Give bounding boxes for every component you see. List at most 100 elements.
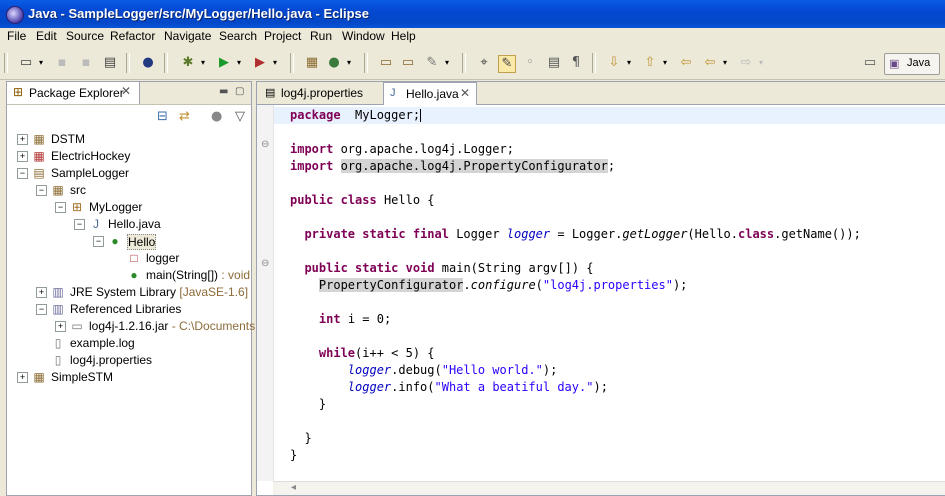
project-icon: ▦ (33, 370, 45, 384)
new-class-icon[interactable]: ● (326, 55, 342, 71)
library-icon: ▥ (52, 285, 64, 299)
open-type-icon[interactable]: ● (140, 55, 156, 71)
tree-item-label: log4j.properties (70, 353, 152, 367)
tree-item-label: src (70, 183, 86, 197)
forward-icon[interactable]: ⇨ (738, 55, 754, 71)
save-icon[interactable]: ▪ (54, 55, 70, 71)
back-icon[interactable]: ⇦ (702, 55, 718, 71)
fold-icon[interactable]: ⊖ (261, 258, 269, 269)
expand-icon[interactable]: + (17, 151, 28, 162)
code-token: PropertyConfigurator (318, 278, 464, 292)
close-icon[interactable]: ✕ (121, 84, 131, 98)
maximize-icon[interactable]: ▢ (235, 86, 244, 97)
forward-dropdown-icon[interactable]: ▾ (758, 55, 764, 71)
collapse-all-icon[interactable]: ⊟ (157, 109, 168, 124)
debug-icon[interactable]: ✱ (180, 55, 196, 71)
collapse-icon[interactable]: − (36, 304, 47, 315)
code-token: import (290, 142, 334, 156)
menu-edit[interactable]: Edit (36, 29, 57, 43)
java-perspective-icon: ▣ (889, 57, 900, 70)
tree-item-label: main(String[]) : void (146, 268, 250, 282)
collapse-icon[interactable]: − (36, 185, 47, 196)
external-tools-icon[interactable]: ▶ (252, 55, 268, 71)
tree-item-text: MyLogger (89, 200, 143, 214)
previous-annotation-icon[interactable]: ⇧ (642, 55, 658, 71)
tree-item-label: Hello (127, 234, 157, 250)
collapse-icon[interactable]: − (17, 168, 28, 179)
code-line: PropertyConfigurator.configure("log4j.pr… (290, 277, 687, 294)
menu-file[interactable]: File (7, 29, 26, 43)
tree-item-label: SimpleSTM (51, 370, 113, 384)
open-folder-icon[interactable]: ▭ (400, 55, 416, 71)
menu-run[interactable]: Run (310, 29, 332, 43)
view-menu-icon[interactable]: ▽ (235, 109, 245, 124)
tree-item-text: Referenced Libraries (70, 302, 182, 316)
menu-search[interactable]: Search (219, 29, 257, 43)
show-whitespace-icon[interactable]: ▤ (546, 55, 562, 71)
run-dropdown-icon[interactable]: ▾ (236, 55, 242, 71)
print-icon[interactable]: ▤ (102, 55, 118, 71)
menu-refactor[interactable]: Refactor (110, 29, 155, 43)
collapse-icon[interactable]: − (93, 236, 104, 247)
package-explorer-tab[interactable]: ⊞ Package Explorer ✕ (7, 82, 140, 104)
new-dropdown-icon[interactable]: ▾ (38, 55, 44, 71)
tree-item-label: MyLogger (89, 200, 142, 214)
last-edit-location-icon[interactable]: ⇦ (678, 55, 694, 71)
focus-on-task-icon[interactable]: ● (211, 109, 222, 124)
code-token: org.apache.log4j.PropertyConfigurator (340, 159, 608, 173)
vertical-ruler: ⊖ ⊖ (257, 105, 274, 481)
code-token: static (355, 261, 399, 275)
search-dropdown-icon[interactable]: ▾ (444, 55, 450, 71)
expand-icon[interactable]: + (36, 287, 47, 298)
fold-icon[interactable]: ⊖ (261, 139, 269, 150)
show-pilcrow-icon[interactable]: ¶ (568, 55, 584, 71)
code-token: package (290, 108, 341, 122)
menu-help[interactable]: Help (391, 29, 416, 43)
code-token: configure (470, 278, 536, 292)
tab-log4j-properties[interactable]: ▤ log4j.properties (259, 82, 379, 104)
expand-icon[interactable]: + (17, 372, 28, 383)
package-explorer-title: Package Explorer (29, 86, 124, 100)
new-icon[interactable]: ▭ (18, 55, 34, 71)
search-icon[interactable]: ✎ (424, 55, 440, 71)
tab-hello-java[interactable]: J Hello.java ✕ (383, 82, 477, 105)
open-perspective-icon[interactable]: ▭ (862, 55, 878, 71)
next-annotation-dropdown-icon[interactable]: ▾ (626, 55, 632, 71)
perspective-java[interactable]: ▣ Java (884, 53, 940, 75)
previous-annotation-dropdown-icon[interactable]: ▾ (662, 55, 668, 71)
close-tab-icon[interactable]: ✕ (460, 86, 470, 100)
expand-icon[interactable]: + (17, 134, 28, 145)
link-with-editor-icon[interactable]: ⇄ (179, 109, 190, 124)
menu-navigate[interactable]: Navigate (164, 29, 211, 43)
code-token: Logger (448, 227, 507, 241)
scroll-left-icon[interactable]: ◂ (291, 482, 296, 493)
run-icon[interactable]: ▶ (216, 55, 232, 71)
toggle-block-selection-icon[interactable]: ◦ (522, 55, 538, 71)
minimize-icon[interactable]: ▬ (219, 86, 228, 97)
back-dropdown-icon[interactable]: ▾ (722, 55, 728, 71)
code-token: .getName()); (774, 227, 861, 241)
expand-icon[interactable]: + (55, 321, 66, 332)
next-annotation-icon[interactable]: ⇩ (606, 55, 622, 71)
open-type-hierarchy-icon[interactable]: ▭ (378, 55, 394, 71)
save-all-icon[interactable]: ▪ (78, 55, 94, 71)
external-tools-dropdown-icon[interactable]: ▾ (272, 55, 278, 71)
menu-window[interactable]: Window (342, 29, 385, 43)
horizontal-scrollbar[interactable]: ◂ (273, 481, 945, 495)
toggle-mark-occurrences-icon[interactable]: ✎ (498, 55, 516, 73)
menu-project[interactable]: Project (264, 29, 301, 43)
collapse-icon[interactable]: − (55, 202, 66, 213)
tree-item-text: logger (146, 251, 180, 265)
code-token: (i++ < 5) { (355, 346, 435, 360)
new-class-dropdown-icon[interactable]: ▾ (346, 55, 352, 71)
new-java-project-icon[interactable]: ▦ (304, 55, 320, 71)
debug-dropdown-icon[interactable]: ▾ (200, 55, 206, 71)
collapse-icon[interactable]: − (74, 219, 85, 230)
properties-file-icon: ▤ (265, 87, 276, 99)
menu-source[interactable]: Source (66, 29, 104, 43)
java-file-icon: J (93, 217, 99, 231)
code-line: } (290, 396, 326, 413)
toggle-breadcrumb-icon[interactable]: ⌖ (476, 55, 492, 71)
